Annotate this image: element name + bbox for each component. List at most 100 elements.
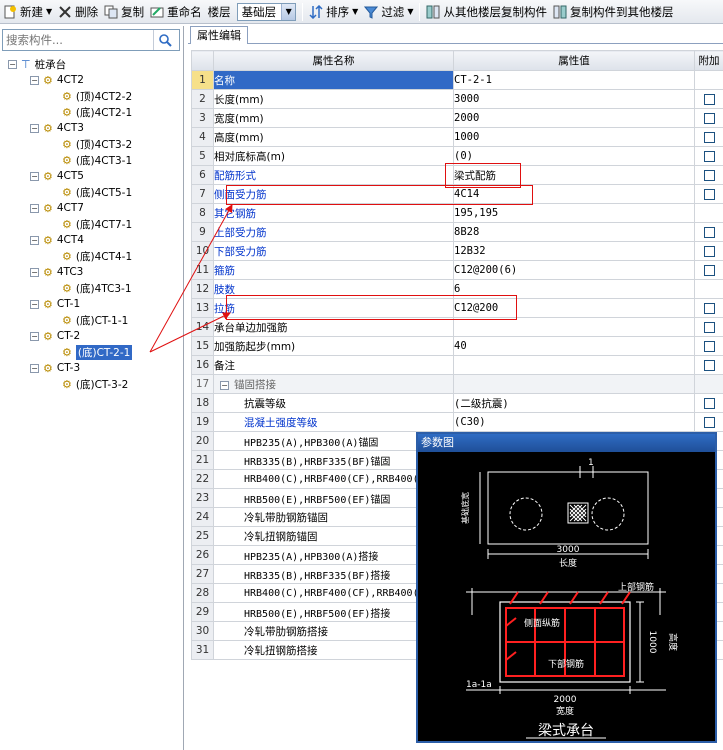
property-name-cell[interactable]: 下部受力筋 [213,241,454,261]
copy-to-other-floor-button[interactable]: 复制构件到其他楼层 [550,1,677,23]
table-row[interactable]: 9 上部受力筋 8B28 [191,222,723,242]
extra-checkbox[interactable] [703,112,715,124]
collapse-toggle[interactable]: − [30,123,39,133]
collapse-toggle[interactable]: − [30,203,39,213]
extra-checkbox[interactable] [703,245,715,257]
property-name-cell[interactable]: 配筋形式 [213,165,454,185]
extra-cell[interactable] [694,412,723,432]
search-icon[interactable] [153,30,175,50]
property-value-cell[interactable]: (C30) [453,412,695,432]
tree-group[interactable]: − ⚙ 4CT5 [30,168,84,184]
extra-cell[interactable] [694,146,723,166]
tree-item[interactable]: ⚙ (底)CT-2-1 [62,344,133,360]
property-name-cell[interactable]: 承台单边加强筋 [213,317,454,337]
table-row[interactable]: 18 抗震等级 (二级抗震) [191,393,723,413]
property-name-cell[interactable]: 备注 [213,355,454,375]
tree-group[interactable]: − ⚙ CT-3 [30,360,80,376]
property-value-cell[interactable]: 8B28 [453,222,695,242]
collapse-toggle[interactable]: − [30,235,39,245]
property-value-cell[interactable] [453,317,695,337]
extra-checkbox[interactable] [703,397,715,409]
extra-cell[interactable] [694,393,723,413]
extra-checkbox[interactable] [703,264,715,276]
table-row[interactable]: 15 加强筋起步(mm) 40 [191,336,723,356]
table-row[interactable]: 17− 锚固搭接 [191,374,723,394]
delete-button[interactable]: 删除 [55,1,101,23]
tree-item[interactable]: ⚙ (底)4CT7-1 [62,216,132,232]
extra-checkbox[interactable] [703,93,715,105]
property-value-cell[interactable]: C12@200(6) [453,260,695,280]
property-name-cell[interactable]: 箍筋 [213,260,454,280]
extra-cell[interactable] [694,260,723,280]
extra-checkbox[interactable] [703,302,715,314]
property-value-cell[interactable] [453,355,695,375]
table-row[interactable]: 14 承台单边加强筋 [191,317,723,337]
collapse-toggle[interactable]: − [30,75,39,85]
extra-cell[interactable] [694,108,723,128]
extra-cell[interactable] [694,165,723,185]
property-name-cell[interactable]: 宽度(mm) [213,108,454,128]
table-row[interactable]: 16 备注 [191,355,723,375]
extra-cell[interactable] [694,127,723,147]
property-name-cell[interactable]: 上部受力筋 [213,222,454,242]
extra-checkbox[interactable] [703,321,715,333]
new-button[interactable]: 新建 ▼ [0,1,55,23]
tree-item[interactable]: ⚙ (底)CT-3-2 [62,376,128,392]
tree-group[interactable]: − ⚙ 4CT7 [30,200,84,216]
tree-group[interactable]: − ⚙ CT-1 [30,296,80,312]
property-value-cell[interactable]: 195,195 [453,203,695,223]
tree-item[interactable]: ⚙ (底)4CT3-1 [62,152,132,168]
collapse-toggle[interactable]: − [30,171,39,181]
tree-item[interactable]: ⚙ (顶)4CT3-2 [62,136,132,152]
property-value-cell[interactable]: 2000 [453,108,695,128]
copy-button[interactable]: 复制 [101,1,147,23]
extra-cell[interactable] [694,355,723,375]
property-value-cell[interactable]: 1000 [453,127,695,147]
tree-group[interactable]: − ⚙ CT-2 [30,328,80,344]
tree-group[interactable]: − ⚙ 4CT2 [30,72,84,88]
extra-cell[interactable] [694,89,723,109]
tree-item[interactable]: ⚙ (顶)4CT2-2 [62,88,132,104]
collapse-toggle[interactable]: − [8,59,17,69]
tree-group[interactable]: − ⚙ 4CT4 [30,232,84,248]
extra-checkbox[interactable] [703,150,715,162]
property-value-cell[interactable]: (二级抗震) [453,393,695,413]
extra-checkbox[interactable] [703,226,715,238]
table-row[interactable]: 4 高度(mm) 1000 [191,127,723,147]
extra-checkbox[interactable] [703,188,715,200]
filter-button[interactable]: 过滤 ▼ [361,1,416,23]
chevron-down-icon[interactable]: ▼ [281,3,296,20]
table-row[interactable]: 10 下部受力筋 12B32 [191,241,723,261]
property-name-cell[interactable]: − 锚固搭接 [213,374,454,394]
tree-item[interactable]: ⚙ (底)CT-1-1 [62,312,128,328]
extra-checkbox[interactable] [703,359,715,371]
sort-button[interactable]: 排序 ▼ [306,1,361,23]
floor-select[interactable]: 基础层 ▼ [236,2,297,21]
collapse-toggle[interactable]: − [30,299,39,309]
property-value-cell[interactable]: 12B32 [453,241,695,261]
extra-checkbox[interactable] [703,340,715,352]
table-row[interactable]: 1 名称 CT-2-1 [191,70,723,90]
search-input[interactable] [3,31,153,49]
collapse-toggle[interactable]: − [30,331,39,341]
collapse-toggle[interactable]: − [30,267,39,277]
extra-checkbox[interactable] [703,416,715,428]
property-name-cell[interactable]: 抗震等级 [213,393,454,413]
extra-cell[interactable] [694,336,723,356]
property-value-cell[interactable] [453,374,695,394]
property-value-cell[interactable]: CT-2-1 [453,70,695,90]
tree-item[interactable]: ⚙ (底)4CT2-1 [62,104,132,120]
tree-item[interactable]: ⚙ (底)4TC3-1 [62,280,132,296]
tree-group[interactable]: − ⚙ 4CT3 [30,120,84,136]
property-value-cell[interactable]: 40 [453,336,695,356]
rename-button[interactable]: 重命名 [147,1,205,23]
table-row[interactable]: 2 长度(mm) 3000 [191,89,723,109]
tree-group[interactable]: − ⚙ 4TC3 [30,264,83,280]
copy-from-other-floor-button[interactable]: 从其他楼层复制构件 [423,1,550,23]
property-name-cell[interactable]: 其它钢筋 [213,203,454,223]
property-name-cell[interactable]: 相对底标高(m) [213,146,454,166]
property-name-cell[interactable]: 名称 [213,70,454,90]
table-row[interactable]: 3 宽度(mm) 2000 [191,108,723,128]
tree-item[interactable]: ⚙ (底)4CT5-1 [62,184,132,200]
property-name-cell[interactable]: 高度(mm) [213,127,454,147]
